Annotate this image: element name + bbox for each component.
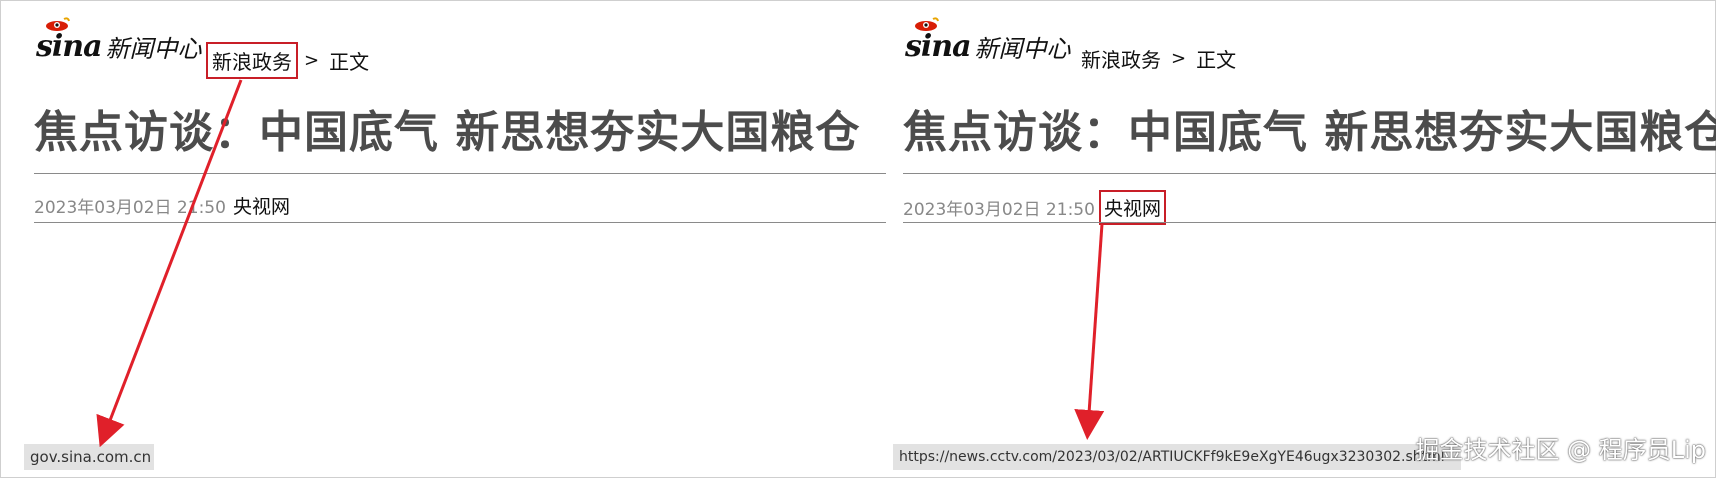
- source-link[interactable]: 央视网: [230, 190, 293, 221]
- article-title: 焦点访谈：中国底气 新思想夯实大国粮仓: [34, 107, 861, 158]
- right-panel: sina 新闻中心 新浪政务 > 正文 焦点访谈：中国底气 新思想夯实大国粮仓 …: [869, 0, 1716, 478]
- article-title: 焦点访谈：中国底气 新思想夯实大国粮仓: [903, 107, 1716, 158]
- logo-section-text: 新闻中心: [105, 35, 202, 63]
- status-bar-url: gov.sina.com.cn: [24, 444, 154, 470]
- publish-date: 2023年03月02日 21:50: [903, 200, 1095, 220]
- publish-date: 2023年03月02日 21:50: [34, 198, 226, 218]
- source-link[interactable]: 央视网: [1098, 190, 1166, 225]
- sina-eye-icon: [46, 17, 70, 31]
- sina-logo[interactable]: sina 新闻中心: [36, 17, 202, 64]
- breadcrumb: 新浪政务 > 正文: [1077, 42, 1240, 75]
- title-divider: [903, 173, 1716, 174]
- breadcrumb-category-link[interactable]: 新浪政务: [1077, 42, 1165, 75]
- title-divider: [34, 173, 886, 174]
- sina-logo[interactable]: sina 新闻中心: [905, 17, 1071, 64]
- article-meta: 2023年03月02日 21:50 央视网: [903, 190, 1166, 225]
- left-panel: sina 新闻中心 新浪政务 > 正文 焦点访谈：中国底气 新思想夯实大国粮仓 …: [0, 0, 888, 478]
- meta-divider: [903, 222, 1716, 223]
- logo-brand: sina: [905, 17, 972, 64]
- watermark: 掘金技术社区 @ 程序员Lip: [1415, 436, 1706, 464]
- breadcrumb-separator: >: [304, 50, 320, 71]
- meta-divider: [34, 222, 886, 223]
- logo-brand: sina: [36, 17, 103, 64]
- logo-brand-text: sina: [36, 29, 103, 64]
- article-meta: 2023年03月02日 21:50 央视网: [34, 190, 293, 221]
- sina-eye-icon: [915, 17, 939, 31]
- breadcrumb: 新浪政务 > 正文: [206, 42, 373, 79]
- breadcrumb-separator: >: [1171, 48, 1187, 69]
- breadcrumb-current: 正文: [1196, 48, 1237, 72]
- status-bar-url: https://news.cctv.com/2023/03/02/ARTIUCK…: [893, 444, 1461, 470]
- breadcrumb-current: 正文: [329, 50, 370, 74]
- logo-brand-text: sina: [905, 29, 972, 64]
- breadcrumb-category-link[interactable]: 新浪政务: [206, 42, 298, 79]
- logo-section-text: 新闻中心: [974, 35, 1071, 63]
